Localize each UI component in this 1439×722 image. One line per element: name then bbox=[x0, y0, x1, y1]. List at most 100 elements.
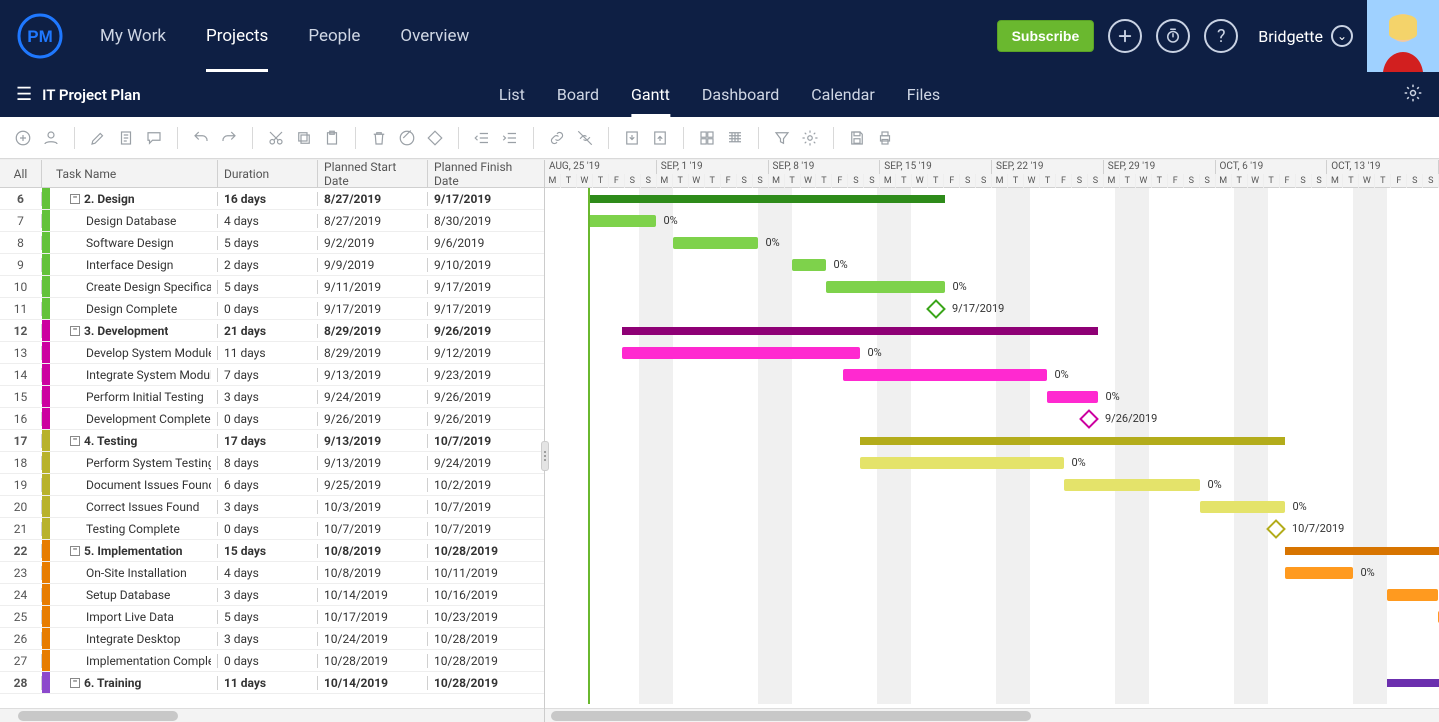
grid-small-icon[interactable] bbox=[724, 127, 746, 149]
table-row[interactable]: 17−4. Testing17 days9/13/201910/7/2019 bbox=[0, 430, 544, 452]
nav-projects[interactable]: Projects bbox=[186, 0, 288, 72]
table-row[interactable]: 22−5. Implementation15 days10/8/201910/2… bbox=[0, 540, 544, 562]
table-row[interactable]: 13Develop System Modules11 days8/29/2019… bbox=[0, 342, 544, 364]
table-row[interactable]: 28−6. Training11 days10/14/201910/28/201… bbox=[0, 672, 544, 694]
comment-icon[interactable] bbox=[143, 127, 165, 149]
settings-icon[interactable] bbox=[1403, 89, 1423, 107]
gantt-hscroll[interactable] bbox=[545, 708, 1439, 722]
logo[interactable]: PM bbox=[0, 12, 80, 60]
col-duration[interactable]: Duration bbox=[218, 160, 318, 187]
collapse-icon[interactable]: − bbox=[70, 546, 80, 556]
task-bar[interactable] bbox=[1387, 589, 1438, 601]
nav-people[interactable]: People bbox=[288, 0, 380, 72]
table-hscroll[interactable] bbox=[0, 708, 544, 722]
tab-dashboard[interactable]: Dashboard bbox=[686, 72, 795, 117]
outdent-icon[interactable] bbox=[471, 127, 493, 149]
table-row[interactable]: 7Design Database4 days8/27/20198/30/2019 bbox=[0, 210, 544, 232]
gantt-body[interactable]: 0%0%0%0%9/17/20190%0%0%9/26/20190%0%0%10… bbox=[545, 188, 1439, 704]
indent-icon[interactable] bbox=[499, 127, 521, 149]
tab-board[interactable]: Board bbox=[541, 72, 615, 117]
table-row[interactable]: 18Perform System Testing8 days9/13/20199… bbox=[0, 452, 544, 474]
task-bar[interactable] bbox=[588, 215, 656, 227]
table-row[interactable]: 9Interface Design2 days9/9/20199/10/2019 bbox=[0, 254, 544, 276]
task-bar[interactable] bbox=[1200, 501, 1285, 513]
menu-icon[interactable]: ☰ bbox=[16, 84, 32, 105]
summary-bar[interactable] bbox=[860, 437, 1285, 445]
summary-bar[interactable] bbox=[1285, 547, 1439, 555]
link-icon[interactable] bbox=[546, 127, 568, 149]
collapse-icon[interactable]: − bbox=[70, 326, 80, 336]
task-bar[interactable] bbox=[622, 347, 860, 359]
grid-large-icon[interactable] bbox=[696, 127, 718, 149]
task-bar[interactable] bbox=[826, 281, 945, 293]
col-all[interactable]: All bbox=[0, 160, 42, 187]
summary-bar[interactable] bbox=[1387, 679, 1439, 687]
table-row[interactable]: 26Integrate Desktop3 days10/24/201910/28… bbox=[0, 628, 544, 650]
collapse-icon[interactable]: − bbox=[70, 678, 80, 688]
edit-icon[interactable] bbox=[87, 127, 109, 149]
save-icon[interactable] bbox=[846, 127, 868, 149]
col-start[interactable]: Planned Start Date bbox=[318, 160, 428, 187]
collapse-icon[interactable]: − bbox=[70, 436, 80, 446]
gear-icon[interactable] bbox=[799, 127, 821, 149]
assign-icon[interactable] bbox=[40, 127, 62, 149]
table-row[interactable]: 23On-Site Installation4 days10/8/201910/… bbox=[0, 562, 544, 584]
table-row[interactable]: 25Import Live Data5 days10/17/201910/23/… bbox=[0, 606, 544, 628]
col-taskname[interactable]: Task Name bbox=[50, 160, 218, 187]
col-finish[interactable]: Planned Finish Date bbox=[428, 160, 544, 187]
table-row[interactable]: 16Development Complete0 days9/26/20199/2… bbox=[0, 408, 544, 430]
print-icon[interactable] bbox=[874, 127, 896, 149]
tab-list[interactable]: List bbox=[483, 72, 541, 117]
timer-icon[interactable] bbox=[1156, 19, 1190, 53]
clear-icon[interactable] bbox=[396, 127, 418, 149]
subscribe-button[interactable]: Subscribe bbox=[997, 20, 1095, 52]
table-row[interactable]: 10Create Design Specifications5 days9/11… bbox=[0, 276, 544, 298]
paste-icon[interactable] bbox=[321, 127, 343, 149]
table-row[interactable]: 21Testing Complete0 days10/7/201910/7/20… bbox=[0, 518, 544, 540]
tab-gantt[interactable]: Gantt bbox=[615, 72, 686, 117]
export-icon[interactable] bbox=[649, 127, 671, 149]
task-bar[interactable] bbox=[843, 369, 1047, 381]
table-row[interactable]: 27Implementation Complete0 days10/28/201… bbox=[0, 650, 544, 672]
nav-my-work[interactable]: My Work bbox=[80, 0, 186, 72]
redo-icon[interactable] bbox=[218, 127, 240, 149]
help-icon[interactable]: ? bbox=[1204, 19, 1238, 53]
milestone-icon[interactable] bbox=[424, 127, 446, 149]
top-nav: PM My WorkProjectsPeopleOverview Subscri… bbox=[0, 0, 1439, 72]
nav-overview[interactable]: Overview bbox=[380, 0, 489, 72]
add-button[interactable] bbox=[1108, 19, 1142, 53]
undo-icon[interactable] bbox=[190, 127, 212, 149]
import-icon[interactable] bbox=[621, 127, 643, 149]
task-bar[interactable] bbox=[1285, 567, 1353, 579]
task-bar[interactable] bbox=[1064, 479, 1200, 491]
table-row[interactable]: 24Setup Database3 days10/14/201910/16/20… bbox=[0, 584, 544, 606]
splitter[interactable] bbox=[541, 441, 549, 471]
collapse-icon[interactable]: − bbox=[70, 194, 80, 204]
tab-files[interactable]: Files bbox=[891, 72, 956, 117]
notes-icon[interactable] bbox=[115, 127, 137, 149]
table-row[interactable]: 19Document Issues Found6 days9/25/201910… bbox=[0, 474, 544, 496]
add-task-icon[interactable] bbox=[12, 127, 34, 149]
table-row[interactable]: 20Correct Issues Found3 days10/3/201910/… bbox=[0, 496, 544, 518]
unlink-icon[interactable] bbox=[574, 127, 596, 149]
table-row[interactable]: 8Software Design5 days9/2/20199/6/2019 bbox=[0, 232, 544, 254]
task-bar[interactable] bbox=[1047, 391, 1098, 403]
task-bar[interactable] bbox=[673, 237, 758, 249]
table-row[interactable]: 15Perform Initial Testing3 days9/24/2019… bbox=[0, 386, 544, 408]
week-header: AUG, 25 '19 bbox=[545, 160, 657, 174]
user-menu[interactable]: Bridgette ⌄ bbox=[1252, 25, 1353, 47]
table-row[interactable]: 14Integrate System Modules7 days9/13/201… bbox=[0, 364, 544, 386]
summary-bar[interactable] bbox=[622, 327, 1098, 335]
cut-icon[interactable] bbox=[265, 127, 287, 149]
filter-icon[interactable] bbox=[771, 127, 793, 149]
summary-bar[interactable] bbox=[588, 195, 945, 203]
avatar[interactable] bbox=[1367, 0, 1439, 72]
table-row[interactable]: 12−3. Development21 days8/29/20199/26/20… bbox=[0, 320, 544, 342]
copy-icon[interactable] bbox=[293, 127, 315, 149]
task-bar[interactable] bbox=[792, 259, 826, 271]
delete-icon[interactable] bbox=[368, 127, 390, 149]
task-bar[interactable] bbox=[860, 457, 1064, 469]
table-row[interactable]: 6−2. Design16 days8/27/20199/17/2019 bbox=[0, 188, 544, 210]
table-row[interactable]: 11Design Complete0 days9/17/20199/17/201… bbox=[0, 298, 544, 320]
tab-calendar[interactable]: Calendar bbox=[795, 72, 890, 117]
